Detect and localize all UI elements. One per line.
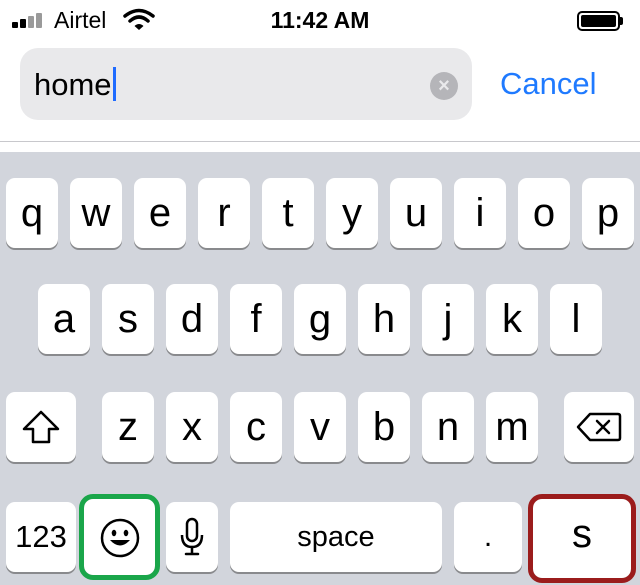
cancel-button[interactable]: Cancel (500, 66, 597, 102)
key-i[interactable]: i (454, 178, 506, 248)
shift-icon (22, 410, 60, 444)
key-o[interactable]: o (518, 178, 570, 248)
status-bar: Airtel 11:42 AM (0, 0, 640, 42)
key-g[interactable]: g (294, 284, 346, 354)
key-k[interactable]: k (486, 284, 538, 354)
emoji-icon (100, 518, 139, 558)
key-d[interactable]: d (166, 284, 218, 354)
backspace-key[interactable] (564, 392, 634, 462)
shift-key[interactable] (6, 392, 76, 462)
key-b[interactable]: b (358, 392, 410, 462)
key-h[interactable]: h (358, 284, 410, 354)
key-r[interactable]: r (198, 178, 250, 248)
key-f[interactable]: f (230, 284, 282, 354)
key-c[interactable]: c (230, 392, 282, 462)
key-y[interactable]: y (326, 178, 378, 248)
key-m[interactable]: m (486, 392, 538, 462)
dictation-key[interactable] (166, 502, 218, 572)
return-key[interactable]: s (528, 494, 636, 583)
key-v[interactable]: v (294, 392, 346, 462)
emoji-key[interactable] (79, 494, 160, 580)
numbers-key[interactable]: 123 (6, 502, 76, 572)
space-key[interactable]: space (230, 502, 442, 572)
key-w[interactable]: w (70, 178, 122, 248)
clear-text-icon[interactable]: × (430, 72, 458, 100)
divider (0, 141, 640, 142)
key-t[interactable]: t (262, 178, 314, 248)
backspace-icon (576, 412, 622, 442)
period-key[interactable]: . (454, 502, 522, 572)
key-u[interactable]: u (390, 178, 442, 248)
search-field[interactable]: home × (20, 48, 472, 120)
battery-icon (577, 11, 624, 31)
key-n[interactable]: n (422, 392, 474, 462)
key-p[interactable]: p (582, 178, 634, 248)
search-input[interactable]: home (34, 67, 116, 103)
key-s[interactable]: s (102, 284, 154, 354)
keyboard: q w e r t y u i o p a s d f g h j k l z … (0, 152, 640, 585)
key-z[interactable]: z (102, 392, 154, 462)
key-l[interactable]: l (550, 284, 602, 354)
key-x[interactable]: x (166, 392, 218, 462)
text-cursor (112, 67, 116, 101)
key-e[interactable]: e (134, 178, 186, 248)
key-j[interactable]: j (422, 284, 474, 354)
key-q[interactable]: q (6, 178, 58, 248)
microphone-icon (180, 517, 204, 556)
status-time: 11:42 AM (270, 7, 370, 33)
search-input-value: home (34, 67, 112, 102)
key-a[interactable]: a (38, 284, 90, 354)
